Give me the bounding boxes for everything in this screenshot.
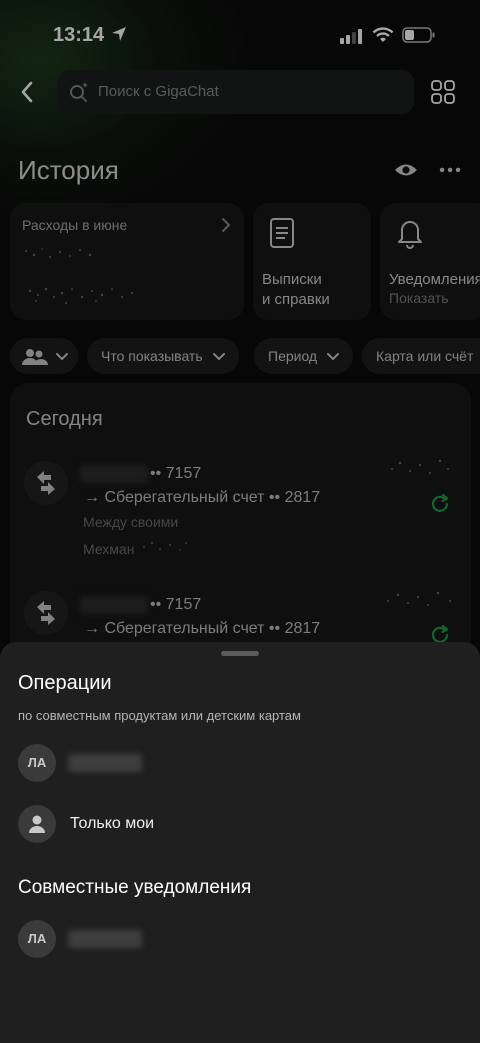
sheet-subtitle: по совместным продуктам или детским карт… xyxy=(18,708,301,723)
person-icon xyxy=(29,815,45,833)
only-mine-option[interactable]: Только мои xyxy=(0,805,480,853)
person-avatar xyxy=(18,805,56,843)
avatar: ЛА xyxy=(18,744,56,782)
hidden-user-name xyxy=(68,930,142,948)
sheet-grabber[interactable] xyxy=(221,651,259,656)
joint-user-option[interactable]: ЛА xyxy=(0,744,480,792)
avatar: ЛА xyxy=(18,920,56,958)
hidden-user-name xyxy=(68,754,142,772)
joint-notifications-title: Совместные уведомления xyxy=(18,877,252,898)
joint-notification-user-option[interactable]: ЛА xyxy=(0,920,480,968)
sheet-title: Операции xyxy=(18,672,112,694)
only-mine-label: Только мои xyxy=(70,815,155,832)
operations-bottom-sheet: Операции по совместным продуктам или дет… xyxy=(0,642,480,1043)
